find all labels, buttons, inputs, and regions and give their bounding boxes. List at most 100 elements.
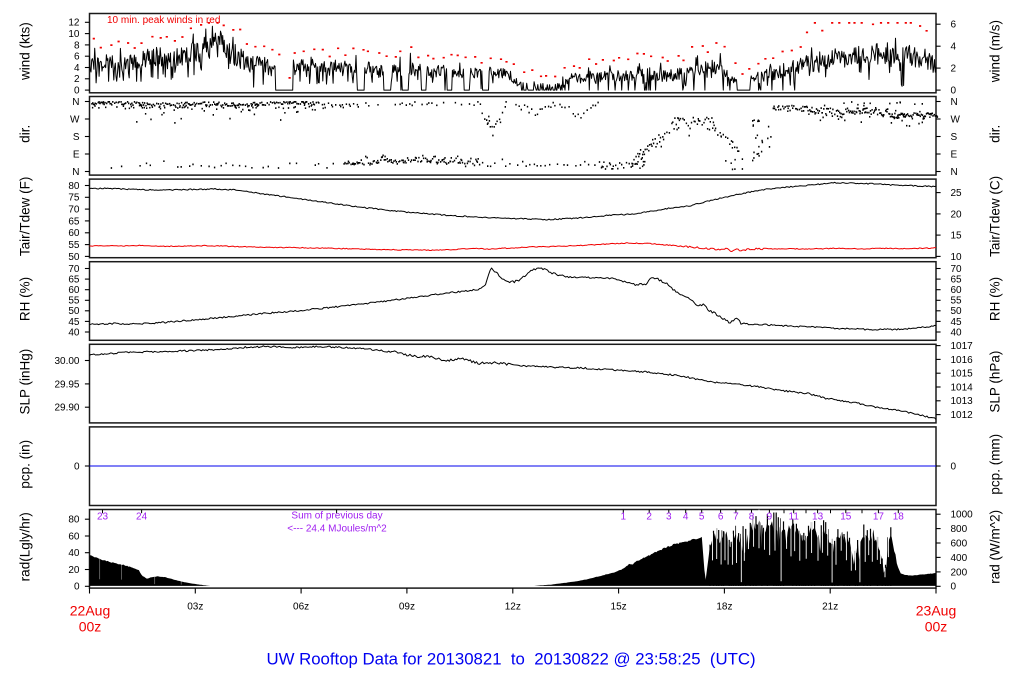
svg-text:RH (%): RH (%) [18,277,33,321]
svg-text:rad(Lgly/hr): rad(Lgly/hr) [18,512,33,581]
svg-text:15: 15 [840,512,852,523]
svg-text:50: 50 [68,252,80,263]
svg-text:3: 3 [666,512,672,523]
svg-text:55: 55 [68,296,80,307]
svg-text:50: 50 [68,306,80,317]
svg-text:80: 80 [68,515,80,526]
svg-text:55: 55 [951,296,963,307]
svg-text:29.90: 29.90 [54,403,79,414]
svg-text:20: 20 [68,565,80,576]
svg-text:10: 10 [68,29,80,40]
svg-text:1: 1 [621,512,627,523]
svg-text:UW Rooftop Data for 20130821: UW Rooftop Data for 20130821 to 20130822… [266,650,755,669]
svg-text:15z: 15z [611,602,627,613]
svg-text:40: 40 [951,327,963,338]
svg-text:15: 15 [951,231,963,242]
svg-text:wind (m/s): wind (m/s) [988,20,1003,83]
svg-text:200: 200 [951,567,968,578]
svg-text:03z: 03z [187,602,203,613]
svg-text:10 min. peak winds in red: 10 min. peak winds in red [107,15,220,26]
svg-text:E: E [73,149,80,160]
svg-text:pcp. (in): pcp. (in) [18,440,33,489]
svg-text:4: 4 [74,63,80,74]
svg-text:12z: 12z [505,602,521,613]
svg-text:2: 2 [74,74,80,85]
svg-text:00z: 00z [79,619,102,635]
svg-text:18z: 18z [716,602,732,613]
svg-text:18: 18 [893,512,905,523]
svg-text:N: N [951,167,958,178]
svg-text:10: 10 [951,252,963,263]
svg-text:RH (%): RH (%) [988,277,1003,321]
svg-text:0: 0 [951,86,957,97]
svg-text:75: 75 [68,193,80,204]
svg-text:S: S [951,132,958,143]
svg-text:65: 65 [68,275,80,286]
svg-text:21z: 21z [822,602,838,613]
svg-text:6: 6 [74,52,80,63]
svg-text:70: 70 [68,264,80,275]
svg-text:600: 600 [951,538,968,549]
svg-text:50: 50 [951,306,963,317]
svg-text:40: 40 [68,548,80,559]
svg-text:Tair/Tdew (C): Tair/Tdew (C) [988,176,1003,257]
svg-text:11: 11 [789,512,800,523]
svg-text:1012: 1012 [951,410,974,421]
svg-text:SLP (inHg): SLP (inHg) [18,349,33,415]
svg-text:00z: 00z [925,619,948,635]
svg-text:60: 60 [68,531,80,542]
svg-text:23Aug: 23Aug [916,603,956,619]
svg-text:65: 65 [951,275,963,286]
svg-text:N: N [72,97,79,108]
svg-text:70: 70 [951,264,963,275]
svg-text:80: 80 [68,181,80,192]
svg-text:60: 60 [951,285,963,296]
svg-text:9: 9 [767,512,773,523]
svg-text:1015: 1015 [951,369,974,380]
svg-text:23: 23 [97,512,109,523]
svg-text:70: 70 [68,205,80,216]
svg-text:45: 45 [951,317,963,328]
svg-text:06z: 06z [293,602,309,613]
svg-text:1000: 1000 [951,510,974,521]
svg-text:SLP (hPa): SLP (hPa) [988,351,1003,413]
svg-text:60: 60 [68,228,80,239]
svg-text:40: 40 [68,327,80,338]
svg-text:2: 2 [646,512,652,523]
svg-text:N: N [72,167,79,178]
svg-text:25: 25 [951,188,963,199]
svg-text:1016: 1016 [951,355,974,366]
svg-text:0: 0 [951,582,957,593]
svg-text:6: 6 [718,512,724,523]
svg-text:0: 0 [74,461,80,472]
svg-text:dir.: dir. [18,125,33,143]
svg-text:22Aug: 22Aug [70,603,110,619]
svg-text:Sum of previous day: Sum of previous day [291,511,382,522]
svg-text:24: 24 [136,512,148,523]
svg-text:0: 0 [951,461,957,472]
svg-text:30.00: 30.00 [54,356,79,367]
svg-text:8: 8 [74,40,80,51]
svg-text:13: 13 [812,512,824,523]
svg-text:4: 4 [683,512,689,523]
svg-text:pcp. (mm): pcp. (mm) [988,434,1003,495]
svg-text:12: 12 [68,18,80,29]
svg-text:S: S [73,132,80,143]
svg-text:09z: 09z [399,602,415,613]
svg-text:N: N [951,97,958,108]
svg-text:400: 400 [951,553,968,564]
svg-text:20: 20 [951,209,963,220]
svg-text:65: 65 [68,216,80,227]
svg-text:2: 2 [951,64,957,75]
svg-text:4: 4 [951,42,957,53]
svg-text:W: W [70,114,80,125]
svg-text:800: 800 [951,524,968,535]
svg-text:1014: 1014 [951,382,974,393]
svg-text:0: 0 [74,582,80,593]
svg-text:dir.: dir. [988,125,1003,143]
svg-text:55: 55 [68,240,80,251]
svg-text:60: 60 [68,285,80,296]
svg-text:17: 17 [873,512,885,523]
svg-text:8: 8 [749,512,755,523]
svg-text:5: 5 [699,512,705,523]
